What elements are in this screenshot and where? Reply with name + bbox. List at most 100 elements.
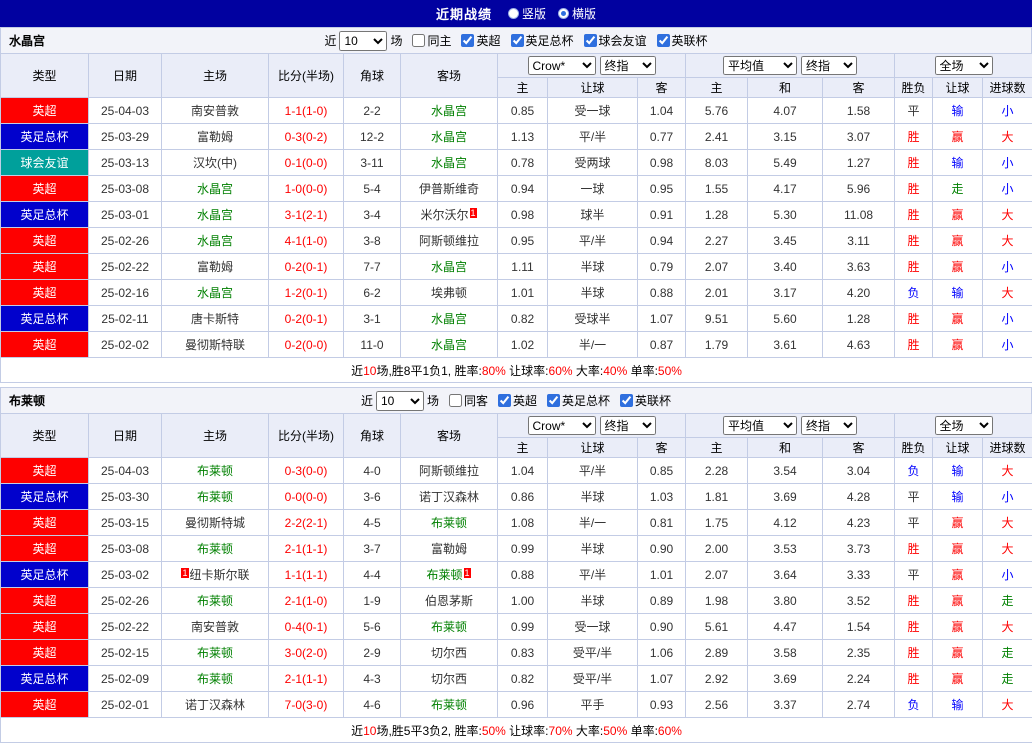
away-team[interactable]: 埃弗顿 [431,286,467,300]
summary-text: 让球率: [506,364,549,378]
match-score[interactable]: 0-3(0-0) [269,458,344,484]
match-count-select[interactable]: 10 [376,391,424,411]
away-team[interactable]: 水晶宫 [431,104,467,118]
scope-select[interactable]: 全场 [935,416,993,435]
same-venue-checkbox[interactable] [412,34,425,47]
handicap-time-select[interactable]: 终指 [600,416,656,435]
match-score[interactable]: 4-1(1-0) [269,228,344,254]
match-score[interactable]: 1-2(0-1) [269,280,344,306]
league-checkbox[interactable] [620,394,633,407]
match-score[interactable]: 3-1(2-1) [269,202,344,228]
match-score[interactable]: 1-1(1-0) [269,98,344,124]
bookmaker-select[interactable]: Crow* [528,56,596,75]
layout-radio-vertical[interactable]: 竖版 [508,5,546,22]
match-score[interactable]: 3-0(2-0) [269,640,344,666]
home-team[interactable]: 布莱顿 [197,464,233,478]
competition-badge: 英超 [1,332,89,358]
same-venue-checkbox[interactable] [449,394,462,407]
away-team[interactable]: 切尔西 [431,646,467,660]
same-venue-filter[interactable]: 同客 [449,392,488,409]
col-header: 主场 [162,54,269,98]
away-team[interactable]: 布莱顿 [431,516,467,530]
home-team[interactable]: 水晶宫 [197,286,233,300]
home-team[interactable]: 布莱顿 [197,542,233,556]
home-team[interactable]: 布莱顿 [197,490,233,504]
match-date: 25-02-16 [89,280,162,306]
match-score[interactable]: 1-0(0-0) [269,176,344,202]
away-team[interactable]: 米尔沃尔 [420,208,468,222]
col-header: 主场 [162,414,269,458]
league-filter-0[interactable]: 英超 [498,392,537,409]
match-score[interactable]: 0-0(0-0) [269,484,344,510]
scope-select[interactable]: 全场 [935,56,993,75]
match-score[interactable]: 7-0(3-0) [269,692,344,718]
home-team[interactable]: 南安普敦 [191,620,239,634]
match-score[interactable]: 0-3(0-2) [269,124,344,150]
match-score[interactable]: 0-4(0-1) [269,614,344,640]
match-score[interactable]: 0-1(0-0) [269,150,344,176]
bookmaker-select[interactable]: Crow* [528,416,596,435]
home-team[interactable]: 富勒姆 [197,130,233,144]
home-team[interactable]: 唐卡斯特 [191,312,239,326]
home-team[interactable]: 布莱顿 [197,594,233,608]
league-checkbox[interactable] [657,34,670,47]
away-team[interactable]: 伊普斯维奇 [419,182,479,196]
handicap-time-select[interactable]: 终指 [600,56,656,75]
match-score[interactable]: 2-2(2-1) [269,510,344,536]
home-team[interactable]: 汉坎(中) [193,156,237,170]
league-checkbox[interactable] [511,34,524,47]
away-team[interactable]: 切尔西 [431,672,467,686]
layout-radio-horizontal[interactable]: 横版 [558,5,596,22]
match-score[interactable]: 0-2(0-1) [269,254,344,280]
away-team[interactable]: 布莱顿 [426,568,462,582]
home-team[interactable]: 水晶宫 [197,234,233,248]
away-team[interactable]: 水晶宫 [431,130,467,144]
match-score[interactable]: 0-2(0-0) [269,332,344,358]
match-score[interactable]: 2-1(1-1) [269,666,344,692]
away-team[interactable]: 布莱顿 [431,620,467,634]
league-filter-1[interactable]: 英足总杯 [547,392,610,409]
match-count-select[interactable]: 10 [339,31,387,51]
away-team[interactable]: 水晶宫 [431,156,467,170]
league-checkbox[interactable] [461,34,474,47]
away-team[interactable]: 阿斯顿维拉 [419,234,479,248]
league-filter-0[interactable]: 英超 [461,32,500,49]
red-card-badge: 1 [464,568,471,578]
average-select[interactable]: 平均值 [723,56,797,75]
league-checkbox[interactable] [547,394,560,407]
home-team[interactable]: 水晶宫 [197,182,233,196]
league-filter-3[interactable]: 英联杯 [657,32,708,49]
home-team[interactable]: 水晶宫 [197,208,233,222]
competition-badge: 英足总杯 [1,202,89,228]
away-team[interactable]: 诺丁汉森林 [419,490,479,504]
away-team[interactable]: 布莱顿 [431,698,467,712]
league-filter-2[interactable]: 英联杯 [620,392,671,409]
away-team[interactable]: 水晶宫 [431,312,467,326]
away-team[interactable]: 水晶宫 [431,260,467,274]
league-filter-2[interactable]: 球会友谊 [584,32,647,49]
average-select[interactable]: 平均值 [723,416,797,435]
home-team[interactable]: 布莱顿 [197,672,233,686]
europe-time-select[interactable]: 终指 [801,416,857,435]
match-score[interactable]: 2-1(1-0) [269,588,344,614]
league-checkbox[interactable] [584,34,597,47]
away-team[interactable]: 富勒姆 [431,542,467,556]
handicap-home-odds: 0.82 [498,666,548,692]
home-team[interactable]: 南安普敦 [191,104,239,118]
match-score[interactable]: 2-1(1-1) [269,536,344,562]
home-team[interactable]: 富勒姆 [197,260,233,274]
home-team[interactable]: 纽卡斯尔联 [190,568,250,582]
away-team[interactable]: 水晶宫 [431,338,467,352]
away-team[interactable]: 伯恩茅斯 [425,594,473,608]
home-team[interactable]: 诺丁汉森林 [185,698,245,712]
match-score[interactable]: 0-2(0-1) [269,306,344,332]
away-team[interactable]: 阿斯顿维拉 [419,464,479,478]
league-checkbox[interactable] [498,394,511,407]
home-team[interactable]: 曼彻斯特联 [185,338,245,352]
same-venue-filter[interactable]: 同主 [412,32,451,49]
match-score[interactable]: 1-1(1-1) [269,562,344,588]
home-team[interactable]: 曼彻斯特城 [185,516,245,530]
league-filter-1[interactable]: 英足总杯 [511,32,574,49]
europe-time-select[interactable]: 终指 [801,56,857,75]
home-team[interactable]: 布莱顿 [197,646,233,660]
